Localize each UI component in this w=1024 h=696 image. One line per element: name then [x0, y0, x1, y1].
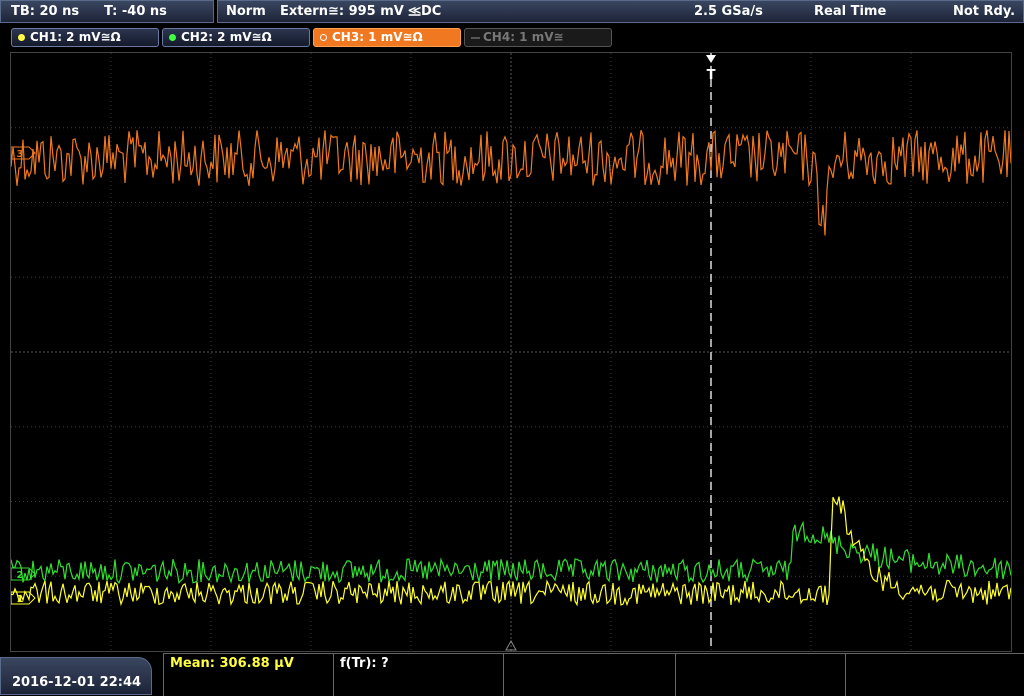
trigger-info-box[interactable]: Norm Extern≅: 995 mV ⪣DC 2.5 GSa/s Real … — [217, 0, 1024, 23]
channel-1-tab[interactable]: CH1: 2 mV≅Ω — [11, 28, 159, 47]
timebase-label: TB: 20 ns — [11, 4, 80, 19]
frequency-measurement[interactable]: f(Tr): ? — [333, 654, 503, 696]
trigger-label: T — [707, 68, 716, 83]
channel-3-label: CH3: 1 mV≅Ω — [332, 30, 423, 44]
status-bar: TB: 20 ns T: -40 ns Norm Extern≅: 995 mV… — [0, 0, 1024, 25]
measurement-bar: Mean: 306.88 µV f(Tr): ? — [163, 653, 1024, 696]
empty-measurement-slot[interactable] — [845, 654, 1024, 696]
status-label: Not Rdy. — [953, 4, 1016, 19]
ch3-level-marker-text: 3 — [17, 149, 24, 160]
channel-3-tab[interactable]: CH3: 1 mV≅Ω — [313, 28, 461, 47]
channel-1-label: CH1: 2 mV≅Ω — [30, 30, 121, 44]
empty-measurement-slot[interactable] — [675, 654, 845, 696]
datetime-box: 2016-12-01 22:44 — [0, 657, 152, 695]
ch1-level-marker-text: 1 — [17, 594, 24, 605]
ch1-dot-icon — [18, 34, 25, 41]
ch3-dot-icon — [320, 34, 327, 41]
trigger-arrow-icon — [706, 55, 716, 63]
waveform-display[interactable]: T 3 2 1 — [10, 52, 1012, 652]
mean-value: Mean: 306.88 µV — [170, 656, 294, 671]
waveform-canvas: T 3 2 1 — [11, 53, 1011, 651]
timebase-box[interactable]: TB: 20 ns T: -40 ns — [0, 0, 214, 23]
channel-4-tab[interactable]: CH4: 1 mV≅ — [464, 28, 612, 47]
ch4-off-icon — [471, 37, 480, 39]
ch2-dot-icon — [169, 34, 176, 41]
empty-measurement-slot[interactable] — [503, 654, 675, 696]
ch2-waveform — [11, 520, 1011, 585]
trigger-time-label: T: -40 ns — [104, 4, 167, 19]
channel-4-label: CH4: 1 mV≅ — [483, 30, 564, 44]
ch2-level-marker-text: 2 — [17, 570, 24, 581]
channel-2-label: CH2: 2 mV≅Ω — [181, 30, 272, 44]
mean-measurement[interactable]: Mean: 306.88 µV — [163, 654, 333, 696]
sample-rate-label: 2.5 GSa/s — [694, 4, 763, 19]
channel-2-tab[interactable]: CH2: 2 mV≅Ω — [162, 28, 310, 47]
frequency-value: f(Tr): ? — [340, 656, 389, 671]
trigger-source-label: Extern≅: 995 mV ⪣DC — [280, 4, 442, 19]
datetime-label: 2016-12-01 22:44 — [12, 675, 142, 690]
trigger-mode-label: Norm — [226, 4, 266, 19]
acquisition-mode-label: Real Time — [814, 4, 887, 19]
